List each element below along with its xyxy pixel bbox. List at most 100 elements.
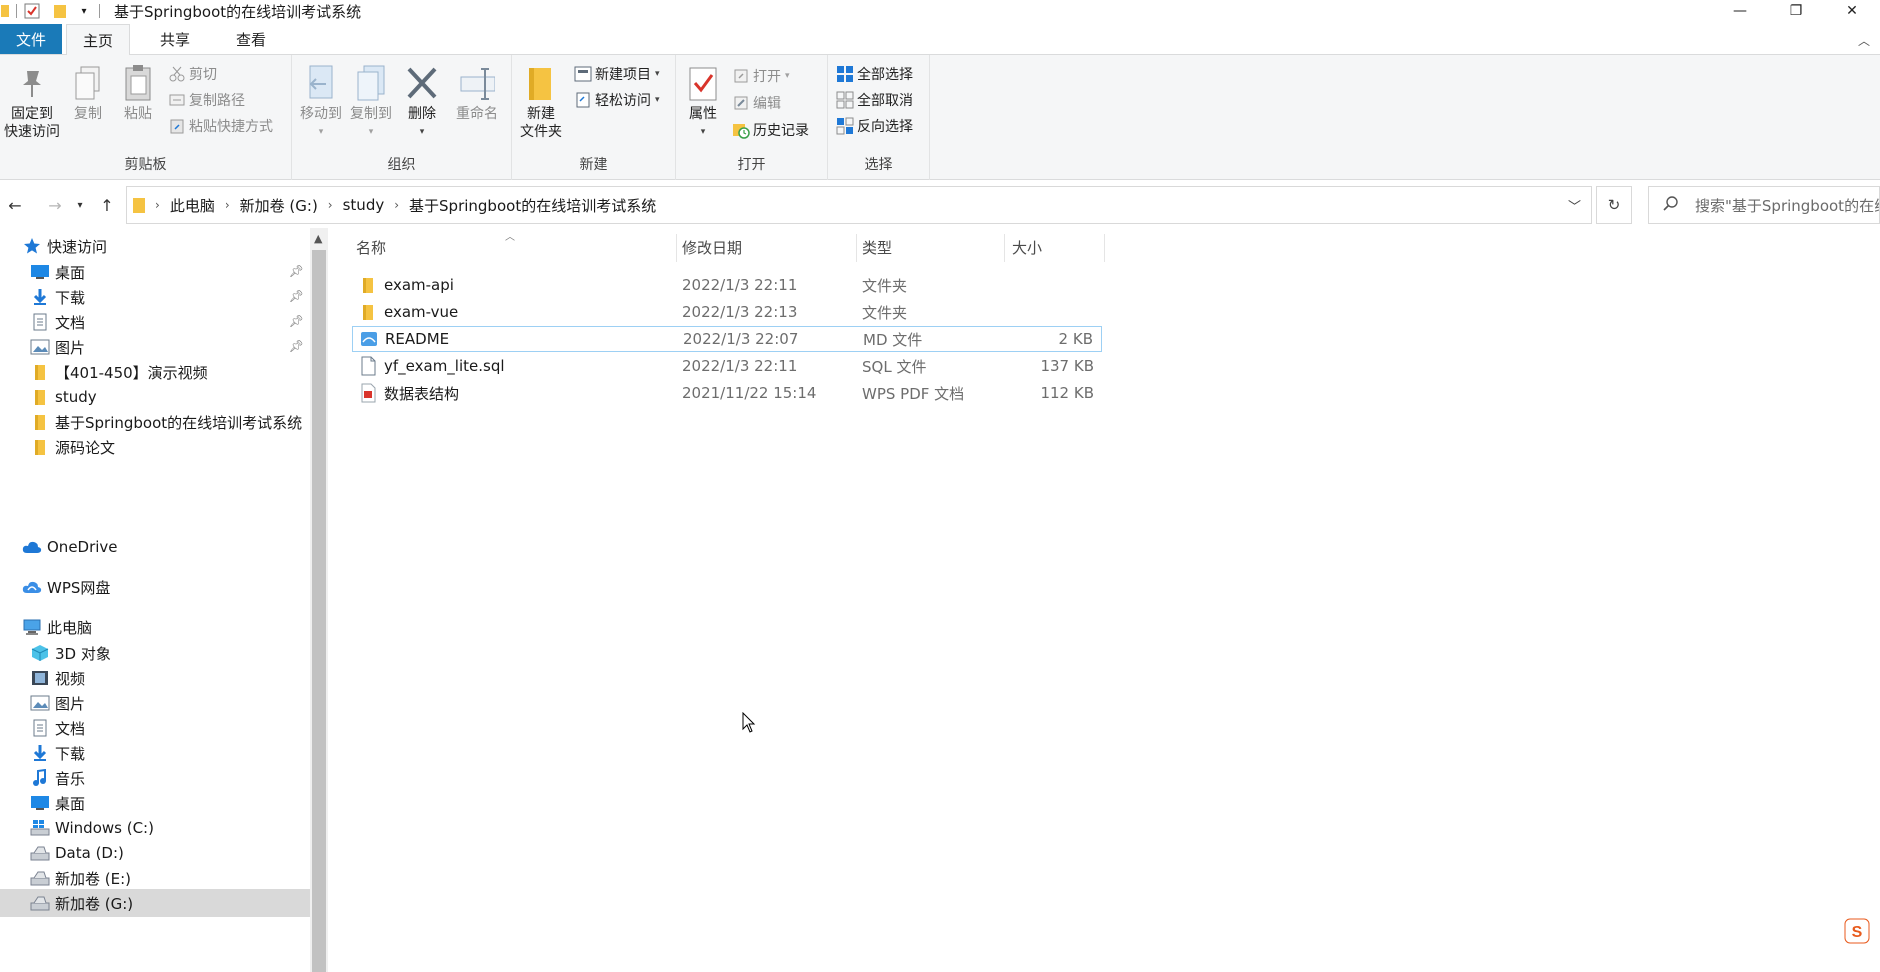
minimize-button[interactable]: — [1712, 0, 1768, 22]
history-button[interactable]: 历史记录 [732, 119, 809, 141]
quick-access-toolbar: ▾ [0, 0, 106, 22]
chevron-down-icon: ▾ [368, 127, 374, 137]
select-none-button[interactable]: 全部取消 [836, 89, 913, 111]
tab-home[interactable]: 主页 [66, 24, 131, 55]
nav-pc-item[interactable]: 3D 对象 [0, 639, 310, 667]
file-row[interactable]: exam-api 2022/1/3 22:11 文件夹 [352, 272, 1102, 298]
nav-pc-item[interactable]: 新加卷 (G:) [0, 889, 310, 917]
ribbon-collapse-icon[interactable]: ︿ [1858, 32, 1870, 49]
search-box[interactable]: 搜索"基于Springboot的在线培训考试系统" [1648, 186, 1880, 224]
file-row[interactable]: README 2022/1/3 22:07 MD 文件 2 KB [352, 326, 1102, 352]
column-header-size[interactable]: 大小 [1012, 228, 1102, 266]
new-folder-button[interactable]: 新建 文件夹 [516, 63, 566, 141]
breadcrumb-drive-g[interactable]: 新加卷 (G:) [240, 195, 318, 216]
address-bar[interactable]: › 此电脑 › 新加卷 (G:) › study › 基于Springboot的… [126, 186, 1592, 224]
nav-quick-access[interactable]: 快速访问 [0, 232, 310, 260]
edit-button[interactable]: 编辑 [732, 92, 781, 114]
pin-icon[interactable]: 📌︎ [289, 289, 304, 303]
nav-pc-item[interactable]: 图片 [0, 689, 310, 717]
pin-to-quick-access-button[interactable]: 固定到 快速访问 [2, 63, 62, 141]
nav-pc-item[interactable]: 新加卷 (E:) [0, 864, 310, 892]
close-button[interactable]: ✕ [1824, 0, 1880, 22]
nav-quick-item[interactable]: 基于Springboot的在线培训考试系统 [0, 408, 310, 436]
column-header-date[interactable]: 修改日期 [682, 228, 852, 266]
nav-pc-item[interactable]: Data (D:) [0, 839, 310, 867]
breadcrumb-current-folder[interactable]: 基于Springboot的在线培训考试系统 [409, 195, 656, 216]
chevron-right-icon[interactable]: › [155, 198, 160, 212]
nav-pc-item[interactable]: 文档 [0, 714, 310, 742]
maximize-button[interactable]: ❐ [1768, 0, 1824, 22]
select-all-button[interactable]: 全部选择 [836, 63, 913, 85]
nav-this-pc[interactable]: 此电脑 [0, 613, 310, 641]
nav-label: 桌面 [55, 263, 86, 282]
column-divider[interactable] [856, 234, 857, 262]
navigation-scrollbar[interactable]: ▲ [310, 228, 328, 972]
paste-button[interactable]: 粘贴 [116, 63, 160, 123]
nav-pc-item[interactable]: Windows (C:) [0, 814, 310, 842]
column-divider[interactable] [1104, 234, 1105, 262]
scroll-up-icon[interactable]: ▲ [314, 232, 322, 245]
new-item-button[interactable]: 新建项目 ▾ [574, 63, 660, 85]
file-list: ︿ 名称 修改日期 类型 大小 exam-api 2022/1/3 22:11 文件… [340, 228, 1880, 972]
copy-button[interactable]: 复制 [66, 63, 110, 123]
forward-button[interactable]: → [42, 190, 68, 220]
file-row[interactable]: yf_exam_lite.sql 2022/1/3 22:11 SQL 文件 137 … [352, 353, 1102, 379]
nav-quick-item[interactable]: 源码论文 [0, 433, 310, 461]
properties-button[interactable]: 属性 ▾ [680, 63, 726, 141]
nav-pc-item[interactable]: 桌面 [0, 789, 310, 817]
new-folder-quick-icon[interactable] [49, 2, 71, 20]
up-button[interactable]: ↑ [94, 190, 120, 220]
chevron-right-icon[interactable]: › [225, 198, 230, 212]
column-divider[interactable] [676, 234, 677, 262]
rename-button[interactable]: 重命名 [450, 63, 504, 123]
cut-button[interactable]: 剪切 [168, 63, 217, 85]
nav-quick-item[interactable]: 桌面 📌︎ [0, 258, 310, 286]
nav-quick-item[interactable]: study [0, 383, 310, 411]
easy-access-button[interactable]: 轻松访问 ▾ [574, 89, 660, 111]
column-header-name[interactable]: 名称 [356, 228, 676, 266]
invert-selection-button[interactable]: 反向选择 [836, 115, 913, 137]
document-icon [30, 718, 50, 738]
nav-onedrive[interactable]: OneDrive [0, 533, 310, 561]
music-icon [30, 768, 50, 788]
nav-wps-drive[interactable]: WPS网盘 [0, 573, 310, 601]
nav-quick-item[interactable]: 文档 📌︎ [0, 308, 310, 336]
nav-quick-item[interactable]: 【401-450】演示视频 [0, 358, 310, 386]
address-history-dropdown[interactable]: ﹀ [1568, 196, 1581, 215]
nav-pc-item[interactable]: 下载 [0, 739, 310, 767]
tab-view[interactable]: 查看 [220, 24, 282, 54]
delete-button[interactable]: 删除 ▾ [400, 63, 444, 141]
chevron-right-icon[interactable]: › [328, 198, 333, 212]
pin-icon[interactable]: 📌︎ [289, 339, 304, 353]
tab-share[interactable]: 共享 [144, 24, 206, 54]
customize-quick-access-icon[interactable]: ▾ [75, 2, 93, 20]
open-button[interactable]: 打开 ▾ [732, 65, 790, 87]
file-row[interactable]: 数据表结构 2021/11/22 15:14 WPS PDF 文档 112 KB [352, 380, 1102, 406]
tab-file[interactable]: 文件 [0, 24, 62, 54]
nav-pc-item[interactable]: 视频 [0, 664, 310, 692]
sogou-ime-icon[interactable]: S [1844, 918, 1870, 944]
recent-locations-button[interactable]: ▾ [72, 190, 88, 220]
delete-icon [404, 63, 440, 103]
copy-to-button[interactable]: 复制到 ▾ [346, 63, 396, 141]
separator [16, 4, 17, 18]
breadcrumb-study[interactable]: study [343, 196, 385, 214]
refresh-button[interactable]: ↻ [1596, 186, 1632, 224]
scrollbar-thumb[interactable] [312, 250, 326, 972]
nav-quick-item[interactable]: 下载 📌︎ [0, 283, 310, 311]
pin-icon[interactable]: 📌︎ [289, 264, 304, 278]
file-row[interactable]: exam-vue 2022/1/3 22:13 文件夹 [352, 299, 1102, 325]
nav-pc-item[interactable]: 音乐 [0, 764, 310, 792]
pin-icon[interactable]: 📌︎ [289, 314, 304, 328]
chevron-right-icon[interactable]: › [394, 198, 399, 212]
nav-quick-item[interactable]: 图片 📌︎ [0, 333, 310, 361]
move-to-button[interactable]: 移动到 ▾ [296, 63, 346, 141]
column-header-type[interactable]: 类型 [862, 228, 1012, 266]
copy-path-button[interactable]: 复制路径 [168, 89, 245, 111]
column-divider[interactable] [1004, 234, 1005, 262]
paste-shortcut-button[interactable]: 粘贴快捷方式 [168, 115, 273, 137]
properties-quick-icon[interactable] [23, 2, 41, 20]
breadcrumb-this-pc[interactable]: 此电脑 [170, 195, 215, 216]
group-open: 属性 ▾ 打开 ▾ 编辑 历史记录 打开 [676, 55, 828, 180]
back-button[interactable]: ← [2, 190, 28, 220]
